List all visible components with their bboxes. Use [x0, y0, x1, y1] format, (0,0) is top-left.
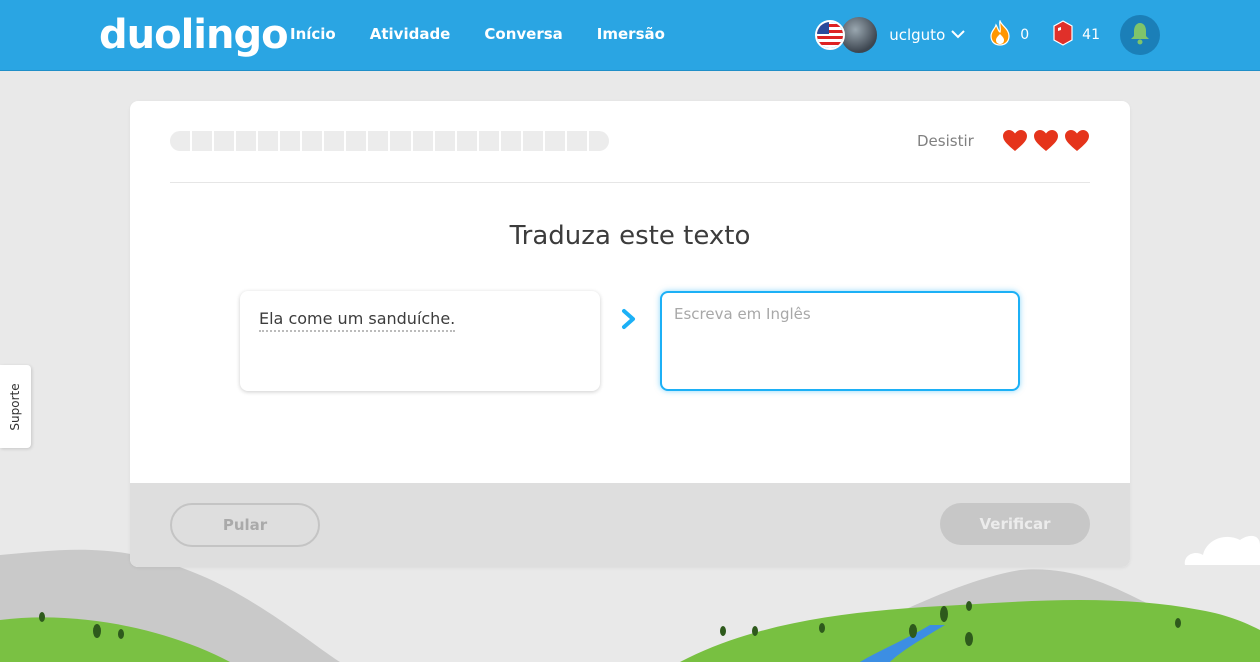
progress-segment — [413, 131, 435, 151]
notifications-button[interactable] — [1120, 15, 1160, 55]
progress-segment — [170, 131, 193, 151]
duolingo-logo[interactable]: duolingo — [99, 12, 289, 58]
nav-imersao[interactable]: Imersão — [597, 25, 665, 43]
progress-segment — [258, 131, 281, 151]
lesson-footer: Pular Verificar — [130, 483, 1130, 567]
progress-segment — [390, 131, 413, 151]
support-label: Suporte — [8, 383, 22, 431]
progress-segment — [589, 131, 609, 151]
streak-counter[interactable]: 0 — [989, 19, 1030, 50]
heart-icon — [1064, 129, 1095, 157]
progress-segment — [236, 131, 259, 151]
source-sentence-box: Ela come um sanduíche. — [240, 291, 600, 391]
hearts — [1002, 129, 1095, 157]
user-area: uclguto 0 41 — [815, 15, 1160, 55]
progress-segment — [457, 131, 479, 151]
bell-icon — [1130, 21, 1150, 49]
chevron-right-icon — [621, 308, 637, 334]
progress-segment — [280, 131, 303, 151]
quit-link[interactable]: Desistir — [917, 132, 974, 150]
progress-segment — [545, 131, 567, 151]
lingots-count: 41 — [1082, 27, 1100, 43]
top-bar: duolingo Início Atividade Conversa Imers… — [0, 0, 1260, 71]
progress-bar — [170, 131, 609, 151]
lingots-counter[interactable]: 41 — [1053, 20, 1100, 50]
progress-segment — [435, 131, 457, 151]
progress-segment — [302, 131, 325, 151]
check-button[interactable]: Verificar — [940, 503, 1090, 545]
streak-count: 0 — [1020, 27, 1030, 43]
support-tab[interactable]: Suporte — [0, 365, 31, 448]
chevron-down-icon[interactable] — [951, 27, 965, 43]
source-sentence[interactable]: Ela come um sanduíche. — [259, 309, 456, 332]
heart-icon — [1033, 129, 1064, 157]
prompt-title: Traduza este texto — [509, 221, 751, 251]
progress-segment — [324, 131, 347, 151]
progress-segment — [192, 131, 215, 151]
progress-segment — [214, 131, 237, 151]
nav-conversa[interactable]: Conversa — [484, 25, 562, 43]
answer-input[interactable] — [660, 291, 1020, 391]
us-flag-icon[interactable] — [815, 20, 846, 50]
main-nav: Início Atividade Conversa Imersão — [290, 25, 699, 43]
lingot-gem-icon — [1053, 20, 1073, 50]
flame-icon — [989, 19, 1011, 50]
progress-segment — [567, 131, 589, 151]
nav-atividade[interactable]: Atividade — [370, 25, 451, 43]
heart-icon — [1002, 129, 1033, 157]
nav-inicio[interactable]: Início — [290, 25, 336, 43]
avatar[interactable] — [839, 15, 880, 55]
skip-button[interactable]: Pular — [170, 503, 320, 547]
lesson-card: Desistir Traduza este texto Ela come um … — [130, 101, 1130, 567]
source-sentence-text[interactable]: Ela come um sanduíche. — [259, 309, 456, 332]
progress-segment — [346, 131, 369, 151]
progress-segment — [523, 131, 545, 151]
progress-segment — [368, 131, 391, 151]
progress-segment — [479, 131, 501, 151]
progress-segment — [501, 131, 523, 151]
divider — [170, 182, 1090, 183]
username[interactable]: uclguto — [889, 26, 945, 44]
